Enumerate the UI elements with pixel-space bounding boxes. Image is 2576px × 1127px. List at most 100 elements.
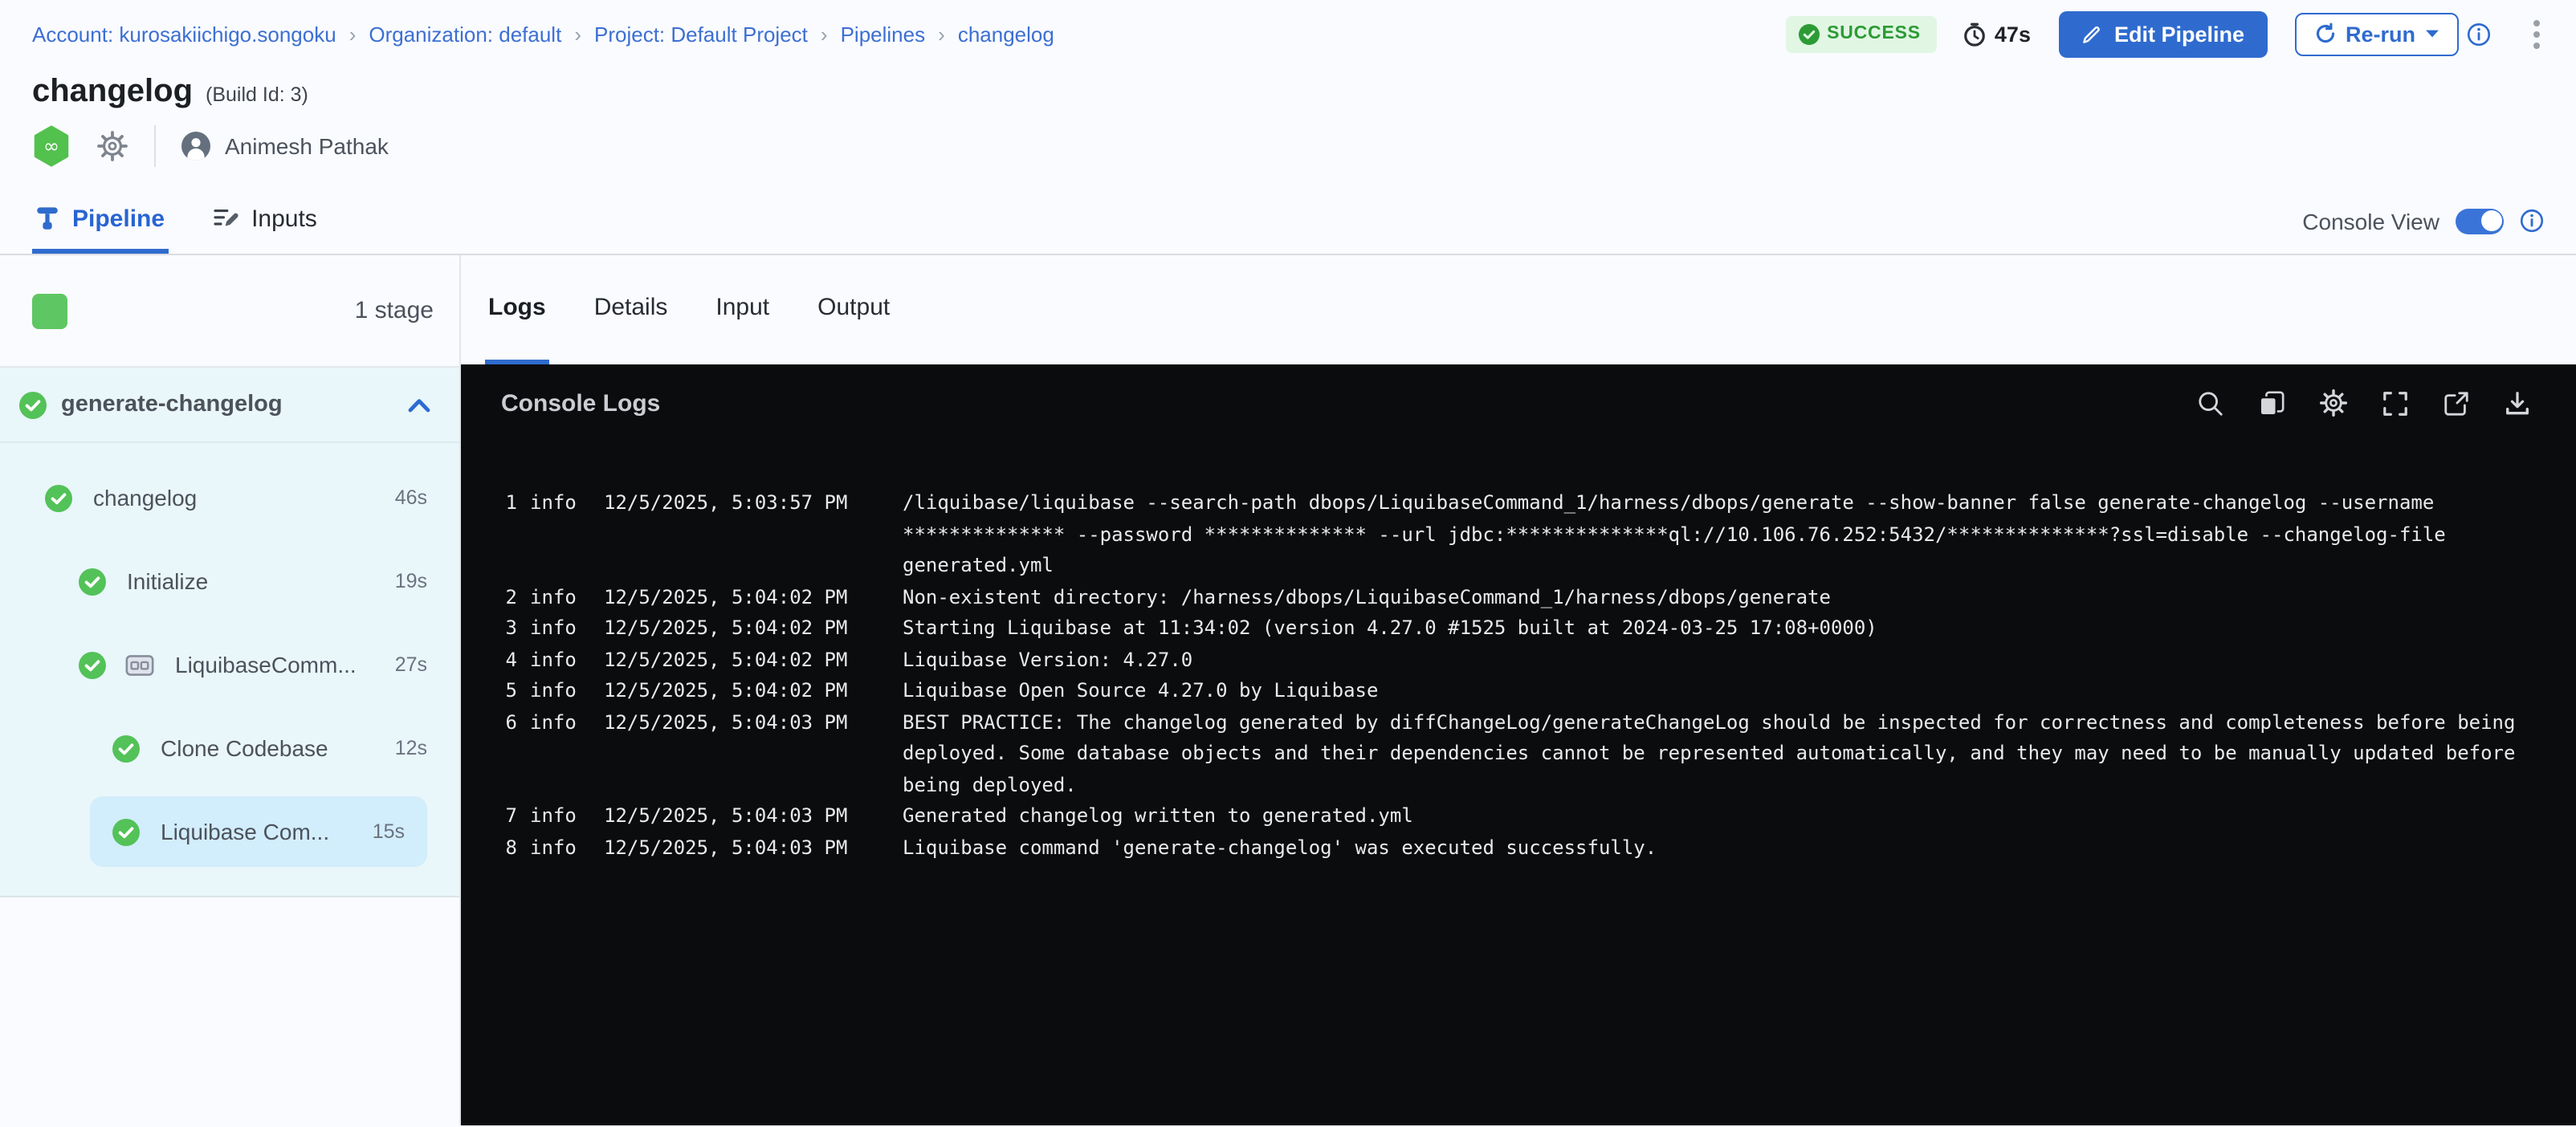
breadcrumb-link-account-kurosakiichigo-songoku[interactable]: Account: kurosakiichigo.songoku [32, 22, 336, 46]
more-options-icon[interactable] [2529, 15, 2544, 52]
step-row-changelog[interactable]: changelog46s [0, 462, 427, 533]
execution-sidebar: 1 stage generate-changelog changelog46s I… [0, 255, 461, 1125]
pipeline-settings-gear-icon[interactable] [96, 130, 128, 162]
log-time: 12/5/2025, 5:04:02 PM [604, 645, 877, 676]
step-label: changelog [93, 485, 197, 511]
step-duration: 15s [373, 820, 405, 843]
breadcrumb-separator: › [349, 22, 357, 46]
console-view-toggle[interactable] [2456, 208, 2504, 234]
log-message: Liquibase Open Source 4.27.0 by Liquibas… [903, 676, 2541, 707]
status-text: SUCCESS [1827, 24, 1921, 43]
header-section: changelog (Build Id: 3) ∞ Animesh Pathak… [0, 67, 2576, 255]
triggered-by-user: Animesh Pathak [225, 133, 389, 159]
step-group-icon [125, 654, 154, 675]
log-message: Liquibase command 'generate-changelog' w… [903, 832, 2541, 864]
breadcrumb-separator: › [574, 22, 581, 46]
log-level: info [530, 707, 585, 738]
log-time: 12/5/2025, 5:04:03 PM [604, 801, 877, 832]
pipeline-icon [35, 205, 59, 231]
log-line-4: 4 info 12/5/2025, 5:04:02 PM Liquibase Vers… [501, 645, 2541, 676]
log-level: info [530, 645, 585, 676]
top-actions: SUCCESS 47s Edit Pipeline Re-run [1785, 10, 2544, 57]
console-tab-input[interactable]: Input [712, 255, 772, 364]
step-duration: 12s [395, 737, 427, 759]
console-tab-logs[interactable]: Logs [485, 255, 549, 364]
log-level: info [530, 676, 585, 707]
log-num: 5 [501, 676, 517, 707]
stage-success-square[interactable] [32, 293, 67, 328]
stage-graph-header: 1 stage [0, 255, 459, 368]
log-level: info [530, 832, 585, 864]
build-id: (Build Id: 3) [206, 83, 308, 106]
breadcrumb-separator: › [938, 22, 945, 46]
step-row-clone-codebase[interactable]: Clone Codebase 12s [0, 713, 427, 783]
log-num: 3 [501, 613, 517, 645]
chevron-up-icon[interactable] [408, 397, 430, 412]
log-level: info [530, 613, 585, 645]
rerun-info-icon[interactable] [2467, 22, 2491, 46]
console-tab-details[interactable]: Details [591, 255, 671, 364]
log-num: 2 [501, 582, 517, 613]
breadcrumb-link-changelog[interactable]: changelog [958, 22, 1054, 46]
avatar [181, 132, 210, 161]
fullscreen-icon[interactable] [2382, 389, 2409, 417]
step-success-icon [112, 734, 140, 762]
console-logs-title: Console Logs [501, 389, 660, 417]
copy-icon[interactable] [2258, 389, 2285, 417]
step-label: Liquibase Com... [161, 819, 329, 844]
download-icon[interactable] [2504, 389, 2531, 417]
breadcrumb-link-pipelines[interactable]: Pipelines [841, 22, 926, 46]
tab-inputs[interactable]: Inputs [210, 188, 320, 254]
log-output[interactable]: 1info12/5/2025, 5:03:57 PM/liquibase/liq… [461, 441, 2576, 1125]
page-title: changelog [32, 74, 193, 111]
open-in-new-icon[interactable] [2443, 389, 2470, 417]
step-duration: 19s [395, 570, 427, 592]
rerun-button[interactable]: Re-run [2294, 12, 2459, 55]
log-time: 12/5/2025, 5:04:02 PM [604, 613, 877, 645]
edit-pipeline-button[interactable]: Edit Pipeline [2060, 10, 2267, 57]
breadcrumb-link-project-default-project[interactable]: Project: Default Project [594, 22, 808, 46]
step-success-icon [79, 651, 106, 678]
duration-indicator: 47s [1963, 22, 2031, 46]
step-success-icon [79, 568, 106, 595]
settings-icon[interactable] [2319, 389, 2348, 417]
log-line-7: 7info12/5/2025, 5:04:03 PMGenerated chan… [501, 801, 2541, 832]
step-row-liquibasecomm[interactable]: LiquibaseComm...27s [0, 629, 427, 700]
search-icon[interactable] [2197, 389, 2224, 417]
breadcrumb: Account: kurosakiichigo.songoku › Organiza… [32, 22, 1054, 46]
top-bar: Account: kurosakiichigo.songoku › Organiza… [0, 0, 2576, 67]
log-message: Liquibase Version: 4.27.0 [903, 645, 2541, 676]
step-row-initialize[interactable]: Initialize 19s [0, 546, 427, 616]
log-time: 12/5/2025, 5:04:02 PM [604, 676, 877, 707]
log-line-1: 1info12/5/2025, 5:03:57 PM/liquibase/liq… [501, 488, 2541, 582]
console-view-control: Console View [2302, 188, 2544, 254]
tab-pipeline[interactable]: Pipeline [32, 188, 168, 254]
pencil-icon [2082, 23, 2103, 44]
console-tab-output[interactable]: Output [814, 255, 893, 364]
view-tab-bar: Pipeline Inputs Console View [0, 188, 2576, 255]
divider [154, 125, 156, 167]
log-level: info [530, 801, 585, 832]
breadcrumb-link-organization-default[interactable]: Organization: default [369, 22, 561, 46]
step-label: Clone Codebase [161, 735, 328, 761]
log-level: info [530, 488, 585, 519]
step-success-icon [112, 818, 140, 845]
clock-icon [1963, 22, 1987, 46]
log-num: 4 [501, 645, 517, 676]
stage-row-generate-changelog[interactable]: generate-changelog [0, 368, 459, 443]
step-duration: 27s [395, 653, 427, 676]
log-level: info [530, 582, 585, 613]
console-toolbar [2197, 389, 2531, 417]
step-detail-tabs: Logs Details Input Output [461, 255, 2576, 364]
console-view-info-icon[interactable] [2520, 209, 2544, 233]
log-message: Generated changelog written to generated… [903, 801, 2541, 832]
svg-text:∞: ∞ [43, 135, 59, 157]
console-view-label: Console View [2302, 208, 2439, 234]
step-row-liquibase-com[interactable]: Liquibase Com... 15s [90, 796, 427, 867]
log-time: 12/5/2025, 5:03:57 PM [604, 488, 877, 519]
step-label: Initialize [127, 568, 208, 594]
log-line-5: 5 info 12/5/2025, 5:04:02 PM Liquibase Open… [501, 676, 2541, 707]
duration-text: 47s [1995, 22, 2031, 46]
pipeline-execution-page: Account: kurosakiichigo.songoku › Organiza… [0, 0, 2576, 1127]
step-detail-area: LogsDetailsInputOutput Console Logs 1inf… [461, 255, 2576, 1125]
